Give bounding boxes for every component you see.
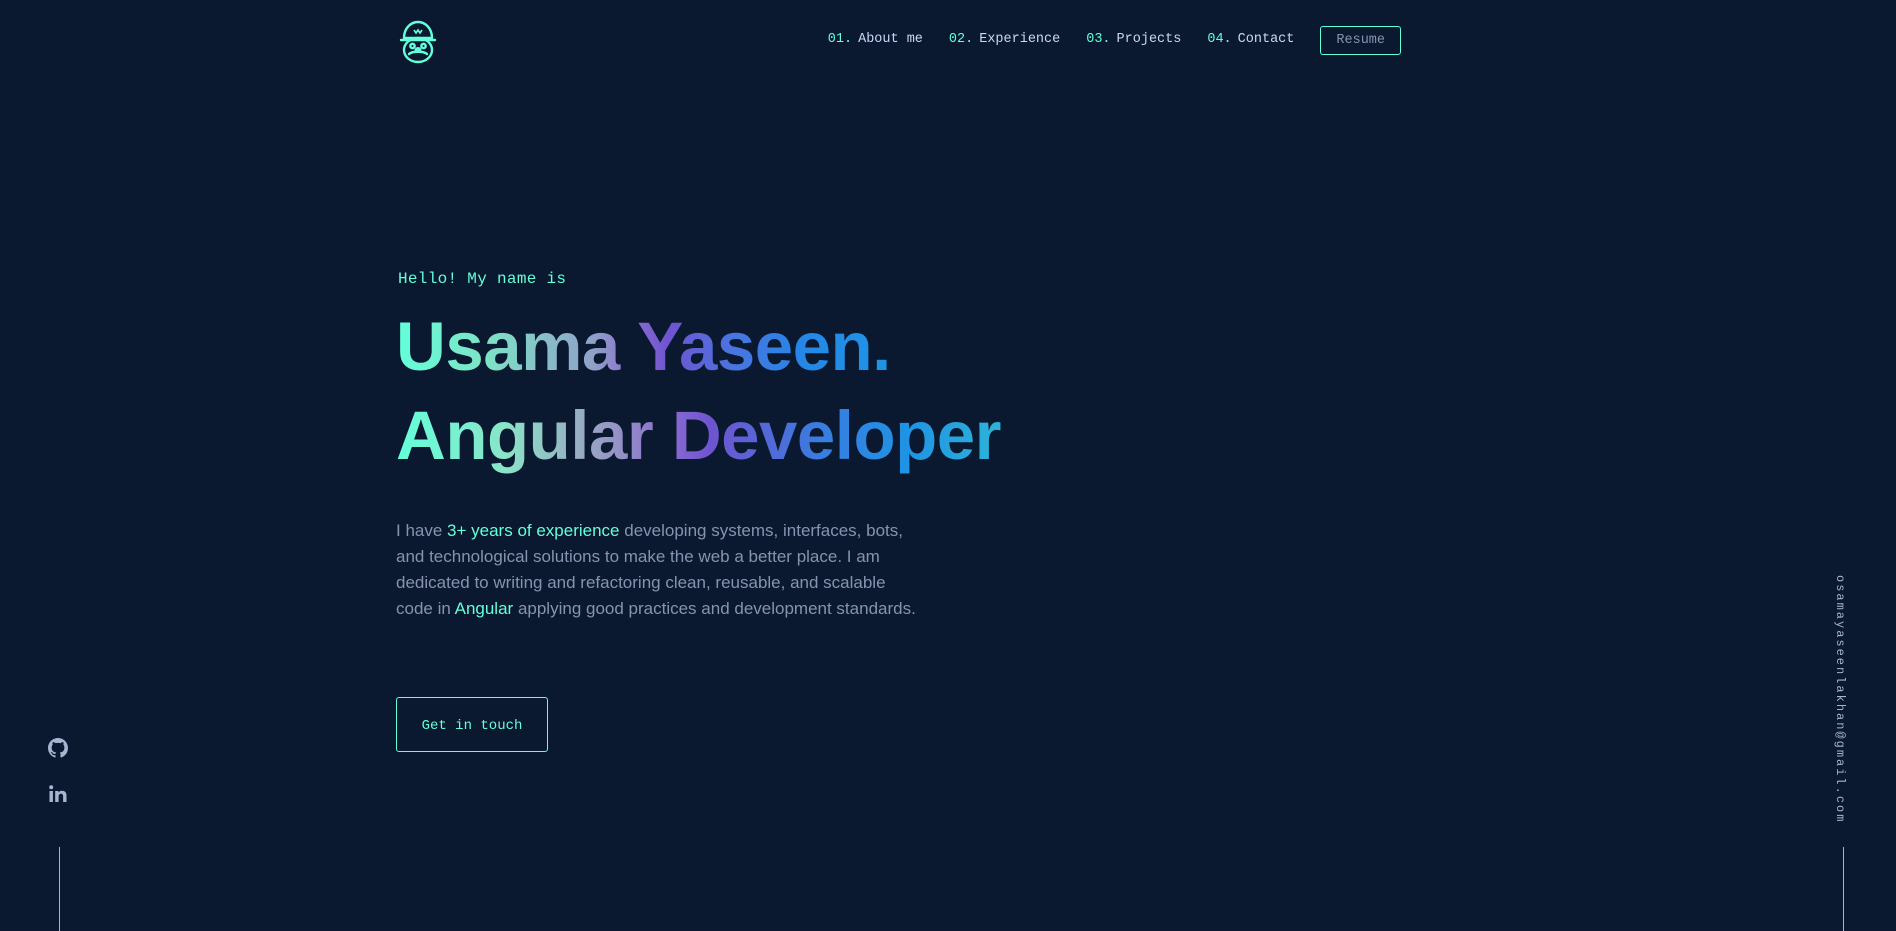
- highlight-angular: Angular: [454, 599, 514, 618]
- description-text: applying good practices and development …: [513, 599, 916, 618]
- hero-name: Usama Yaseen.: [396, 302, 1096, 391]
- nav-contact[interactable]: 04. Contact: [1207, 32, 1294, 47]
- hero-section: Hello! My name is Usama Yaseen. Angular …: [396, 270, 1096, 752]
- hero-role: Angular Developer: [396, 391, 1096, 480]
- hero-name-text: Usama Yaseen.: [396, 302, 891, 391]
- get-in-touch-button[interactable]: Get in touch: [396, 697, 548, 752]
- github-icon[interactable]: [48, 738, 68, 758]
- nav-number: 01.: [827, 31, 853, 47]
- nav-number: 02.: [948, 31, 974, 47]
- highlight-experience: 3+ years of experience: [447, 521, 620, 540]
- nav-number: 03.: [1086, 31, 1111, 47]
- mario-avatar-icon: [399, 20, 437, 64]
- hero-role-text: Angular Developer: [396, 391, 1002, 480]
- nav-label: About me: [858, 31, 923, 47]
- hero-greeting: Hello! My name is: [398, 270, 567, 288]
- nav-label: Projects: [1116, 31, 1182, 47]
- nav-label: Contact: [1237, 31, 1295, 47]
- nav-projects[interactable]: 03. Projects: [1086, 32, 1181, 47]
- nav-number: 04.: [1207, 31, 1232, 47]
- right-vertical-line: [1843, 847, 1844, 931]
- nav-about[interactable]: 01. About me: [828, 32, 923, 47]
- social-links: [48, 738, 70, 830]
- left-vertical-line: [59, 847, 60, 931]
- nav-label: Experience: [979, 31, 1061, 47]
- hero-description: I have 3+ years of experience developing…: [396, 518, 916, 622]
- nav-experience[interactable]: 02. Experience: [949, 32, 1060, 47]
- linkedin-icon[interactable]: [48, 784, 68, 804]
- email-link[interactable]: osamayaseenlakhan@gmail.com: [1833, 575, 1847, 823]
- logo-icon[interactable]: [397, 19, 439, 65]
- resume-button[interactable]: Resume: [1320, 25, 1401, 55]
- main-nav: 01. About me 02. Experience 03. Projects…: [802, 0, 1401, 80]
- description-text: I have: [396, 521, 448, 540]
